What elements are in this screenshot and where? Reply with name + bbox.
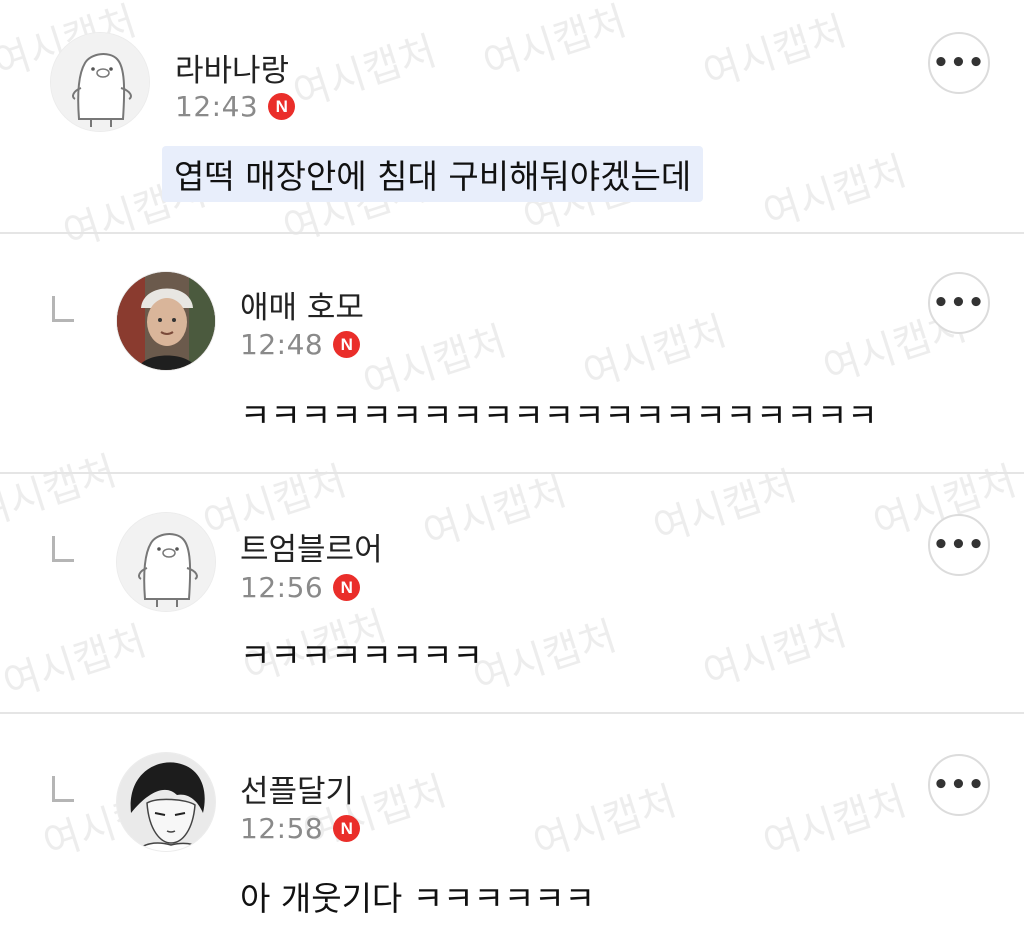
comment-time: 12:58 [240,812,324,845]
new-badge-icon: N [333,574,361,601]
comment-author[interactable]: 애매 호모 [240,282,364,327]
new-badge-icon: N [268,93,296,120]
comment-item: 라바나랑 12:43 N 엽떡 매장안에 침대 구비해둬야겠는데 ••• [0,0,1024,240]
ellipsis-icon: ••• [932,770,986,800]
comment-meta: 12:58 N [240,812,361,845]
manga-character-icon [117,753,215,851]
ellipsis-icon: ••• [932,48,986,78]
more-options-button[interactable]: ••• [928,754,990,816]
comment-text: ㅋㅋㅋㅋㅋㅋㅋㅋㅋㅋㅋㅋㅋㅋㅋㅋㅋㅋㅋㅋㅋ [240,396,878,435]
new-badge-icon: N [333,815,361,842]
comment-text: ㅋㅋㅋㅋㅋㅋㅋㅋ [240,636,483,675]
reply-item: 애매 호모 12:48 N ㅋㅋㅋㅋㅋㅋㅋㅋㅋㅋㅋㅋㅋㅋㅋㅋㅋㅋㅋㅋㅋ ••• [0,234,1024,474]
comment-author[interactable]: 선플달기 [240,766,354,811]
person-photo-icon [117,272,215,370]
reply-arrow-icon [52,296,74,322]
ellipsis-icon: ••• [932,530,986,560]
comment-meta: 12:56 N [240,571,361,604]
new-badge-icon: N [333,331,361,358]
comment-meta: 12:43 N [175,90,296,123]
comment-text: 아 개웃기다 ㅋㅋㅋㅋㅋㅋ [240,879,595,918]
comment-author[interactable]: 라바나랑 [175,45,289,90]
ellipsis-icon: ••• [932,288,986,318]
pig-avatar-icon [117,513,215,611]
avatar[interactable] [50,32,150,132]
reply-item: 트엄블르어 12:56 N ㅋㅋㅋㅋㅋㅋㅋㅋ ••• [0,474,1024,714]
more-options-button[interactable]: ••• [928,32,990,94]
comment-time: 12:43 [175,90,259,123]
more-options-button[interactable]: ••• [928,514,990,576]
comment-page: 여시캡처 여시캡처 여시캡처 여시캡처 여시캡처 여시캡처 여시캡처 여시캡처 … [0,0,1024,947]
comment-author[interactable]: 트엄블르어 [240,524,383,569]
reply-arrow-icon [52,776,74,802]
avatar[interactable] [116,271,216,371]
comment-meta: 12:48 N [240,328,361,361]
reply-arrow-icon [52,536,74,562]
comment-text: 엽떡 매장안에 침대 구비해둬야겠는데 [162,146,704,202]
pig-avatar-icon [51,33,149,131]
more-options-button[interactable]: ••• [928,272,990,334]
avatar[interactable] [116,752,216,852]
comment-time: 12:56 [240,571,324,604]
avatar[interactable] [116,512,216,612]
comment-time: 12:48 [240,328,324,361]
reply-item: 선플달기 12:58 N 아 개웃기다 ㅋㅋㅋㅋㅋㅋ ••• [0,714,1024,947]
